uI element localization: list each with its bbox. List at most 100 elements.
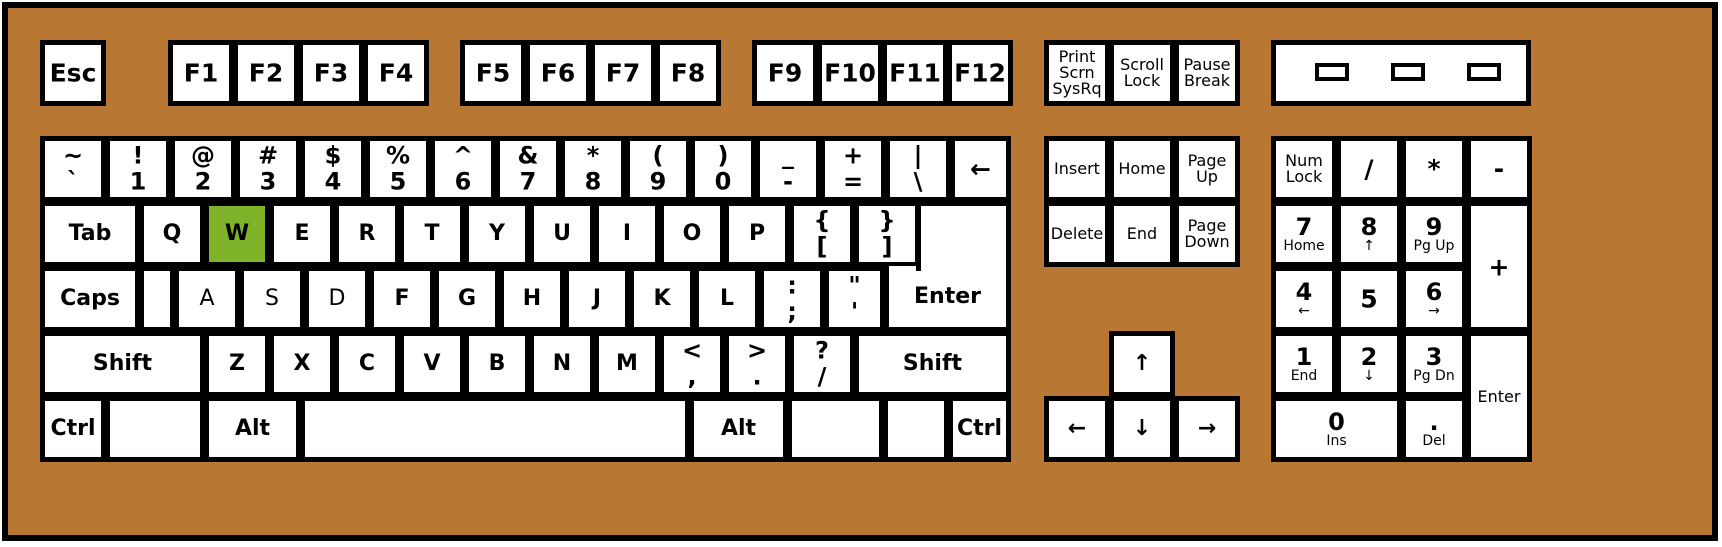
key-num-9[interactable]: 9 Pg Up <box>1401 201 1467 267</box>
key-h[interactable]: H <box>499 266 565 332</box>
key-num-2[interactable]: 2 ↓ <box>1336 331 1402 397</box>
key-num-0[interactable]: 0 Ins <box>1271 396 1402 462</box>
key-arrow-left[interactable]: ← <box>1044 396 1110 462</box>
key-c[interactable]: C <box>334 331 400 397</box>
key-num-enter[interactable]: Enter <box>1466 331 1532 462</box>
key-f12[interactable]: F12 <box>947 40 1013 106</box>
key-page-down[interactable]: Page Down <box>1174 201 1240 267</box>
key-sym[interactable]: + = <box>820 136 886 202</box>
key-t[interactable]: T <box>399 201 465 267</box>
key-insert[interactable]: Insert <box>1044 136 1110 202</box>
key-f7[interactable]: F7 <box>590 40 656 106</box>
key-alt-left[interactable]: Alt <box>204 396 301 462</box>
key-num-divide[interactable]: / <box>1336 136 1402 202</box>
key-bracket-left[interactable]: {[ <box>789 201 855 267</box>
key-blank[interactable] <box>139 266 175 332</box>
key-z[interactable]: Z <box>204 331 270 397</box>
key-j[interactable]: J <box>564 266 630 332</box>
key-num-plus[interactable]: + <box>1466 201 1532 332</box>
key-arrow-right[interactable]: → <box>1174 396 1240 462</box>
key-caps[interactable]: Caps <box>40 266 140 332</box>
key-7[interactable]: & 7 <box>495 136 561 202</box>
key-v[interactable]: V <box>399 331 465 397</box>
key-arrow-up[interactable]: ↑ <box>1109 331 1175 397</box>
key-home[interactable]: Home <box>1109 136 1175 202</box>
key-pause[interactable]: Pause Break <box>1174 40 1240 106</box>
key-semicolon[interactable]: :; <box>759 266 825 332</box>
key-shift-left[interactable]: Shift <box>40 331 205 397</box>
key-y[interactable]: Y <box>464 201 530 267</box>
key-n[interactable]: N <box>529 331 595 397</box>
key-num-8[interactable]: 8 ↑ <box>1336 201 1402 267</box>
key-g[interactable]: G <box>434 266 500 332</box>
key-b[interactable]: B <box>464 331 530 397</box>
key-x[interactable]: X <box>269 331 335 397</box>
key-win-left[interactable] <box>105 396 205 462</box>
key-space[interactable] <box>300 396 690 462</box>
key-f[interactable]: F <box>369 266 435 332</box>
key-page-up[interactable]: Page Up <box>1174 136 1240 202</box>
key-w[interactable]: W <box>204 201 270 267</box>
key-a[interactable]: A <box>174 266 240 332</box>
key-end[interactable]: End <box>1109 201 1175 267</box>
key-enter[interactable]: Enter <box>884 266 1011 332</box>
key-slash[interactable]: ? / <box>789 331 855 397</box>
key-num-4[interactable]: 4 ← <box>1271 266 1337 332</box>
key-num-multiply[interactable]: * <box>1401 136 1467 202</box>
key-num-decimal[interactable]: . Del <box>1401 396 1467 462</box>
key-scroll[interactable]: Scroll Lock <box>1109 40 1175 106</box>
key-k[interactable]: K <box>629 266 695 332</box>
key-e[interactable]: E <box>269 201 335 267</box>
key-period[interactable]: >. <box>724 331 790 397</box>
key-f9[interactable]: F9 <box>752 40 818 106</box>
key-o[interactable]: O <box>659 201 725 267</box>
key-9[interactable]: (9 <box>625 136 691 202</box>
key-3[interactable]: #3 <box>235 136 301 202</box>
key-f2[interactable]: F2 <box>233 40 299 106</box>
key-arrow-down[interactable]: ↓ <box>1109 396 1175 462</box>
key-f8[interactable]: F8 <box>655 40 721 106</box>
key-2[interactable]: @2 <box>170 136 236 202</box>
key-5[interactable]: % 5 <box>365 136 431 202</box>
key-f10[interactable]: F10 <box>817 40 883 106</box>
key-print[interactable]: Print Scrn SysRq <box>1044 40 1110 106</box>
key-menu[interactable] <box>883 396 949 462</box>
key-sym[interactable]: | \ <box>885 136 951 202</box>
key-0[interactable]: ) 0 <box>690 136 756 202</box>
key-q[interactable]: Q <box>139 201 205 267</box>
key-num-lock[interactable]: Num Lock <box>1271 136 1337 202</box>
key-l[interactable]: L <box>694 266 760 332</box>
key-num-5[interactable]: 5 <box>1336 266 1402 332</box>
key-f11[interactable]: F11 <box>882 40 948 106</box>
key-4[interactable]: $4 <box>300 136 366 202</box>
key-num-1[interactable]: 1 End <box>1271 331 1337 397</box>
key-ctrl-left[interactable]: Ctrl <box>40 396 106 462</box>
key-s[interactable]: S <box>239 266 305 332</box>
key-r[interactable]: R <box>334 201 400 267</box>
key-sym[interactable]: ~ ` <box>40 136 106 202</box>
key-num-6[interactable]: 6 → <box>1401 266 1467 332</box>
key-p[interactable]: P <box>724 201 790 267</box>
key-tab[interactable]: Tab <box>40 201 140 267</box>
key-num-minus[interactable]: - <box>1466 136 1532 202</box>
key-shift-right[interactable]: Shift <box>854 331 1011 397</box>
key-alt-right[interactable]: Alt <box>689 396 788 462</box>
key-f1[interactable]: F1 <box>168 40 234 106</box>
key-num-7[interactable]: 7 Home <box>1271 201 1337 267</box>
key-m[interactable]: M <box>594 331 660 397</box>
key-comma[interactable]: <, <box>659 331 725 397</box>
key-f4[interactable]: F4 <box>363 40 429 106</box>
key-quote[interactable]: " ' <box>824 266 885 332</box>
key-d[interactable]: D <box>304 266 370 332</box>
key-enter-upper[interactable] <box>916 201 1011 271</box>
key-1[interactable]: ! 1 <box>105 136 171 202</box>
key-bracket-right[interactable]: }] <box>854 201 920 267</box>
key-delete[interactable]: Delete <box>1044 201 1110 267</box>
key-f3[interactable]: F3 <box>298 40 364 106</box>
key-f5[interactable]: F5 <box>460 40 526 106</box>
key-8[interactable]: * 8 <box>560 136 626 202</box>
key-6[interactable]: ^ 6 <box>430 136 496 202</box>
key-i[interactable]: I <box>594 201 660 267</box>
key-u[interactable]: U <box>529 201 595 267</box>
key-f6[interactable]: F6 <box>525 40 591 106</box>
